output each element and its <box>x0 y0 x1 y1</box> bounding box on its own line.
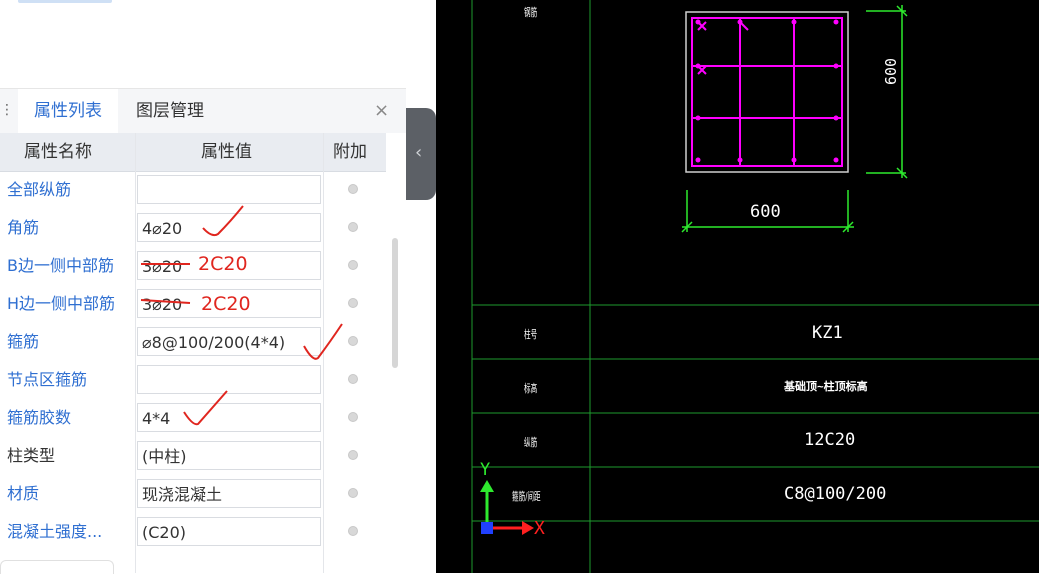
column-outline <box>685 11 849 173</box>
checkmark-stirrup <box>303 323 343 360</box>
dimension-horizontal-label: 600 <box>750 202 781 222</box>
table-label-top: 钢筋 <box>524 6 538 19</box>
dimension-vertical <box>866 5 908 179</box>
table-value-longitudinal-bars: 12C20 <box>804 430 856 450</box>
stirrup-grid <box>691 17 843 167</box>
axis-y-label: Y <box>480 460 491 480</box>
table-label-0: 柱号 <box>524 328 538 341</box>
table-value-column-id: KZ1 <box>812 323 843 343</box>
collapse-panel-handle[interactable]: ‹ <box>406 108 436 200</box>
rebar-dots <box>695 19 839 163</box>
axis-x-label: X <box>534 518 545 539</box>
annotation-h-edge: 2C20 <box>201 293 251 315</box>
handwritten-marks <box>140 205 343 426</box>
table-value-elevation: 基础顶~柱顶标高 <box>784 380 868 393</box>
bottom-tab-fragment <box>0 560 114 574</box>
strikethrough-h-edge <box>140 299 191 304</box>
table-label-1: 标高 <box>524 382 538 395</box>
annotation-b-edge: 2C20 <box>198 253 248 275</box>
checkmark-corner-bars <box>202 205 244 237</box>
checkmark-stirrup-legs <box>183 390 228 426</box>
dimension-vertical-label: 600 <box>882 57 900 85</box>
cad-canvas[interactable]: 600 600 钢筋 柱号 标高 纵筋 箍筋/间距 KZ1 基础顶~柱顶标高 1… <box>436 0 1039 573</box>
property-panel: ⋮ 属性列表 图层管理 × 属性名称 属性值 附加 全部纵筋 角筋 4⌀20 B边一侧… <box>0 0 406 574</box>
table-label-2: 纵筋 <box>524 436 538 449</box>
table-value-stirrups: C8@100/200 <box>784 484 887 504</box>
table-label-3: 箍筋/间距 <box>512 490 541 503</box>
table-grid <box>471 0 1039 573</box>
chevron-left-icon: ‹ <box>415 142 423 163</box>
